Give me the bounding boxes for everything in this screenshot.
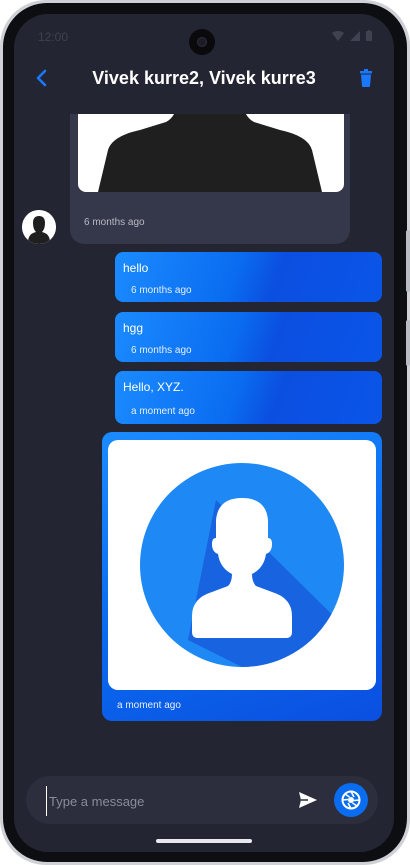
message-text: hgg bbox=[123, 321, 144, 335]
sent-image[interactable] bbox=[108, 440, 376, 690]
back-button[interactable] bbox=[28, 64, 56, 92]
message-timestamp: 6 months ago bbox=[131, 285, 192, 296]
message-text: Hello, XYZ. bbox=[123, 380, 184, 394]
camera-button[interactable] bbox=[334, 783, 368, 817]
person-silhouette-image bbox=[98, 114, 322, 192]
received-image[interactable] bbox=[78, 114, 344, 192]
status-bar: 12:00 bbox=[14, 14, 394, 58]
sender-avatar[interactable] bbox=[22, 210, 56, 244]
trash-icon bbox=[360, 69, 372, 87]
message-timestamp: 6 months ago bbox=[131, 345, 192, 356]
home-indicator[interactable] bbox=[156, 839, 252, 843]
message-input[interactable] bbox=[46, 786, 281, 816]
chat-header: Vivek kurre2, Vivek kurre3 bbox=[14, 58, 394, 98]
chevron-left-icon bbox=[36, 69, 47, 87]
camera-shutter-icon bbox=[341, 790, 361, 810]
sent-image-message[interactable]: a moment ago bbox=[102, 432, 382, 721]
send-icon bbox=[299, 792, 317, 808]
message-text: hello bbox=[123, 261, 149, 275]
status-icons bbox=[332, 30, 372, 41]
volume-button bbox=[406, 320, 410, 366]
delete-chat-button[interactable] bbox=[352, 64, 380, 92]
message-timestamp: 6 months ago bbox=[84, 217, 145, 228]
message-composer bbox=[26, 776, 378, 824]
avatar-icon bbox=[22, 210, 56, 244]
message-list[interactable]: 6 months ago hello 6 months ago hgg 6 mo… bbox=[14, 114, 394, 774]
power-button bbox=[406, 230, 410, 292]
battery-icon bbox=[366, 30, 372, 41]
front-camera bbox=[189, 29, 215, 55]
chat-title: Vivek kurre2, Vivek kurre3 bbox=[92, 68, 316, 88]
sent-message-bubble[interactable]: Hello, XYZ. a moment ago bbox=[115, 371, 382, 424]
message-timestamp: a moment ago bbox=[131, 406, 195, 417]
status-time: 12:00 bbox=[38, 30, 69, 44]
signal-icon bbox=[350, 30, 360, 41]
app-screen: 12:00 Vivek kurre2, Vivek kurre3 6 month… bbox=[14, 14, 394, 852]
sent-message-bubble[interactable]: hgg 6 months ago bbox=[115, 312, 382, 362]
received-image-message[interactable]: 6 months ago bbox=[70, 114, 350, 244]
send-button[interactable] bbox=[296, 788, 320, 812]
wifi-icon bbox=[332, 30, 344, 41]
user-avatar-image bbox=[140, 463, 344, 667]
message-timestamp: a moment ago bbox=[117, 700, 181, 711]
sent-message-bubble[interactable]: hello 6 months ago bbox=[115, 252, 382, 302]
